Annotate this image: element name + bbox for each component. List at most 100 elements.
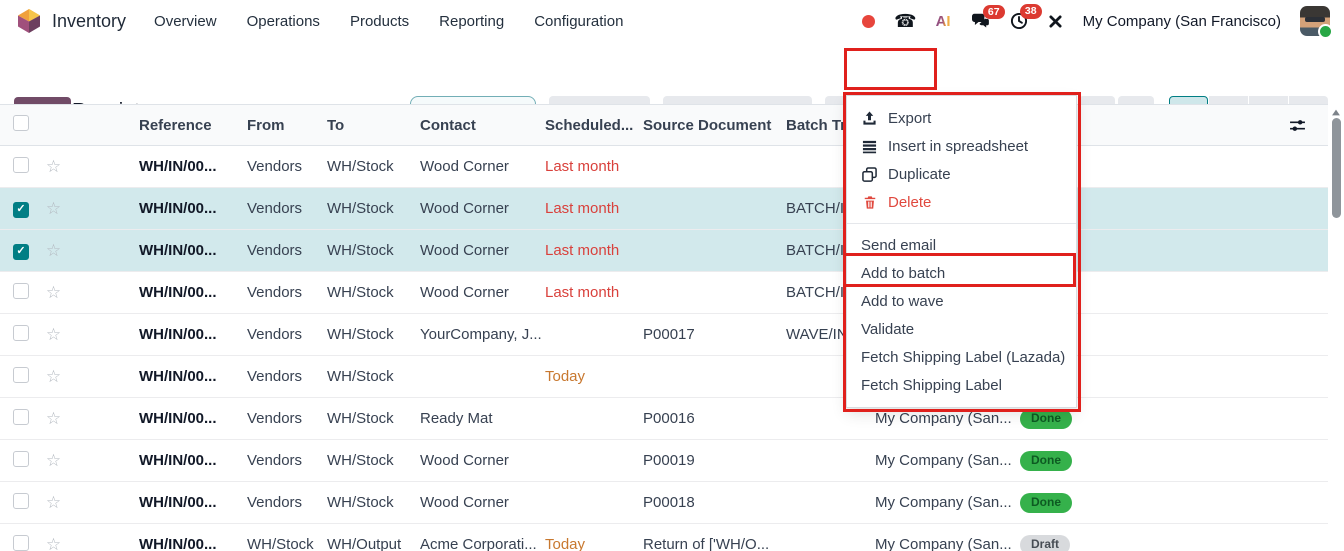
row-checkbox-cell: ✓ [0, 241, 38, 260]
company-selector[interactable]: My Company (San Francisco) [1083, 13, 1281, 30]
row-checkbox-cell: ✓ [0, 199, 38, 218]
table-row[interactable]: ☆ WH/IN/00... Vendors WH/Stock Wood Corner La… [0, 272, 1330, 314]
header-from[interactable]: From [247, 117, 327, 134]
row-reference: WH/IN/00... [139, 284, 217, 301]
table-row[interactable]: ✓ ☆ WH/IN/00... Vendors WH/Stock Wood Corner L… [0, 230, 1330, 272]
favorite-star-icon[interactable]: ☆ [46, 536, 61, 551]
menu-item-label: Add to batch [861, 264, 946, 282]
nav-menu-reporting[interactable]: Reporting [439, 13, 504, 30]
nav-menu-configuration[interactable]: Configuration [534, 13, 623, 30]
systray: ☎ AI 67 38 My Company (San Francisco) [862, 4, 1333, 39]
status-badge: Draft [1020, 534, 1071, 551]
favorite-star-icon[interactable]: ☆ [46, 284, 61, 302]
favorite-star-icon[interactable]: ☆ [46, 368, 61, 386]
copy-icon [861, 166, 878, 182]
nav-menu-operations[interactable]: Operations [247, 13, 320, 30]
table-row[interactable]: ☆ WH/IN/00... Vendors WH/Stock Wood Corner P0… [0, 482, 1330, 524]
favorite-star-icon[interactable]: ☆ [46, 242, 61, 260]
favorite-star-icon[interactable]: ☆ [46, 200, 61, 218]
nav-menu-products[interactable]: Products [350, 13, 409, 30]
odoo-inventory-screen: Inventory Overview Operations Products Repo… [0, 0, 1344, 551]
row-from: Vendors [247, 494, 303, 511]
trash-icon [861, 195, 878, 210]
row-contact: Wood Corner [420, 452, 509, 469]
optional-columns-icon[interactable] [1289, 117, 1306, 138]
row-reference: WH/IN/00... [139, 536, 217, 551]
table-row[interactable]: ✓ ☆ WH/IN/00... Vendors WH/Stock Wood Corner L… [0, 188, 1330, 230]
row-star-cell: ☆ [38, 284, 75, 302]
status-badge: Done [1020, 492, 1072, 513]
row-status-cell: Done [1020, 408, 1115, 429]
row-scheduled-date: Last month [545, 158, 620, 175]
menu-item-label: Fetch Shipping Label [861, 376, 1002, 394]
row-checkbox[interactable]: ✓ [13, 243, 29, 260]
recording-indicator-icon[interactable] [862, 14, 876, 28]
row-from: Vendors [247, 368, 303, 385]
receipts-list: Reference From To Contact Scheduled... S… [0, 104, 1330, 551]
user-avatar[interactable] [1300, 6, 1333, 39]
row-checkbox[interactable] [13, 408, 29, 425]
favorite-star-icon[interactable]: ☆ [46, 494, 61, 512]
menu-item-validate[interactable]: Validate [847, 315, 1076, 343]
ai-icon[interactable]: AI [936, 13, 951, 30]
wrench-icon [1049, 14, 1062, 28]
table-row[interactable]: ☆ WH/IN/00... Vendors WH/Stock Ready Mat P000… [0, 398, 1330, 440]
select-all-checkbox[interactable] [13, 115, 29, 131]
header-scheduled[interactable]: Scheduled... [545, 117, 643, 134]
voip-phone-icon[interactable]: ☎ [894, 12, 916, 30]
row-checkbox[interactable] [13, 366, 29, 383]
menu-item-fetch-shipping-label-lazada[interactable]: Fetch Shipping Label (Lazada) [847, 343, 1076, 371]
header-reference[interactable]: Reference [75, 117, 247, 134]
row-to: WH/Stock [327, 158, 394, 175]
menu-item-delete[interactable]: Delete [847, 188, 1076, 216]
header-to[interactable]: To [327, 117, 420, 134]
menu-item-duplicate[interactable]: Duplicate [847, 160, 1076, 188]
row-to: WH/Output [327, 536, 402, 551]
favorite-star-icon[interactable]: ☆ [46, 410, 61, 428]
header-contact[interactable]: Contact [420, 117, 545, 134]
table-row[interactable]: ☆ WH/IN/00... Vendors WH/Stock YourCompany, … [0, 314, 1330, 356]
scrollbar-thumb[interactable] [1332, 118, 1341, 218]
row-contact: Wood Corner [420, 200, 509, 217]
inventory-app-icon[interactable] [16, 8, 42, 34]
menu-item-add-to-batch[interactable]: Add to batch [847, 259, 1076, 287]
table-row[interactable]: ☆ WH/IN/00... Vendors WH/Stock Wood Corner La… [0, 146, 1330, 188]
favorite-star-icon[interactable]: ☆ [46, 158, 61, 176]
menu-item-insert-in-spreadsheet[interactable]: Insert in spreadsheet [847, 132, 1076, 160]
row-checkbox[interactable] [13, 324, 29, 341]
activities-icon[interactable]: 38 [1010, 4, 1042, 30]
menu-item-label: Export [888, 109, 932, 127]
menu-item-send-email[interactable]: Send email [847, 231, 1076, 259]
menu-item-export[interactable]: Export [847, 104, 1076, 132]
header-source-document[interactable]: Source Document [643, 117, 786, 134]
row-checkbox[interactable] [13, 492, 29, 509]
menu-separator [847, 223, 1076, 224]
favorite-star-icon[interactable]: ☆ [46, 326, 61, 344]
app-name[interactable]: Inventory [52, 11, 126, 32]
row-scheduled-date: Today [545, 536, 586, 551]
menu-item-fetch-shipping-label[interactable]: Fetch Shipping Label [847, 371, 1076, 399]
row-checkbox[interactable] [13, 282, 29, 299]
table-row[interactable]: ☆ WH/IN/00... Vendors WH/Stock Wood Corner P0… [0, 440, 1330, 482]
nav-menu-overview[interactable]: Overview [154, 13, 217, 30]
table-row[interactable]: ☆ WH/IN/00... Vendors WH/Stock Today [0, 356, 1330, 398]
upload-icon [861, 110, 878, 126]
row-to: WH/Stock [327, 326, 394, 343]
row-reference: WH/IN/00... [139, 242, 217, 259]
row-star-cell: ☆ [38, 452, 75, 470]
row-checkbox[interactable]: ✓ [13, 201, 29, 218]
table-row[interactable]: ☆ WH/IN/00... WH/Stock WH/Output Acme Corpor… [0, 524, 1330, 551]
favorite-star-icon[interactable]: ☆ [46, 452, 61, 470]
row-checkbox[interactable] [13, 534, 29, 551]
row-star-cell: ☆ [38, 242, 75, 260]
debug-tools-icon[interactable] [1047, 13, 1064, 30]
row-from: Vendors [247, 158, 303, 175]
messages-icon[interactable]: 67 [970, 4, 1005, 30]
row-checkbox[interactable] [13, 450, 29, 467]
table-body: ☆ WH/IN/00... Vendors WH/Stock Wood Corner La… [0, 146, 1330, 551]
menu-item-add-to-wave[interactable]: Add to wave [847, 287, 1076, 315]
row-checkbox[interactable] [13, 156, 29, 173]
row-to: WH/Stock [327, 494, 394, 511]
row-source-document: Return of ['WH/O... [643, 536, 770, 551]
menu-item-label: Send email [861, 236, 937, 254]
